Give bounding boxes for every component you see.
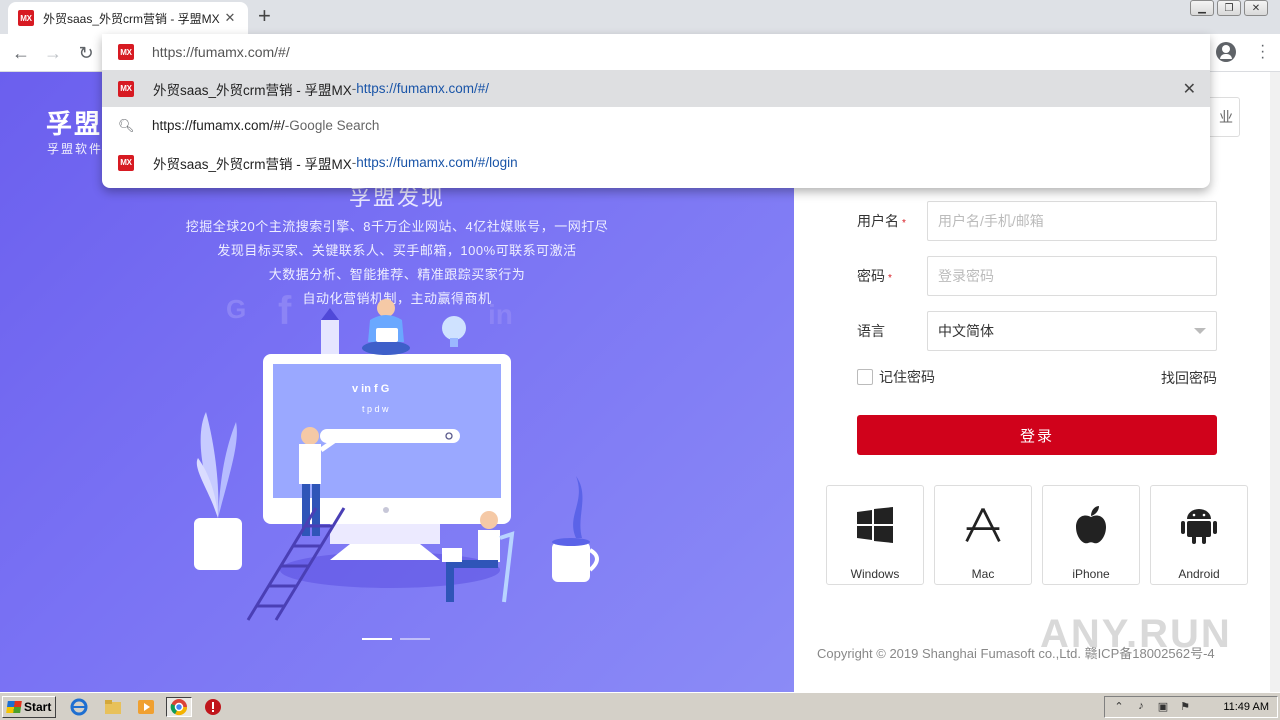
person-figure xyxy=(480,511,498,529)
lightbulb-icon xyxy=(442,316,466,340)
language-select[interactable]: 中文简体 xyxy=(927,311,1217,351)
suggestion-url-suffix: /login xyxy=(485,155,518,170)
site-favicon: MX xyxy=(118,80,134,97)
svg-text:v in f G: v in f G xyxy=(352,383,389,395)
tab-strip: MX 外贸saas_外贸crm营销 - 孚盟MX ✕ + ▁ ❐ ✕ xyxy=(0,0,1280,34)
suggestion-url: https://fumamx.com/# xyxy=(356,155,486,170)
forward-icon[interactable]: → xyxy=(41,41,65,65)
tab-close-icon[interactable]: ✕ xyxy=(222,10,238,26)
volume-icon[interactable]: ♪ xyxy=(1133,700,1149,714)
search-icon: 🔍︎ xyxy=(118,117,135,133)
username-input[interactable]: 用户名/手机/邮箱 xyxy=(927,201,1217,241)
tab-title: 外贸saas_外贸crm营销 - 孚盟MX xyxy=(43,11,220,26)
address-input[interactable]: https://fumamx.com/#/ xyxy=(152,44,290,60)
login-button[interactable]: 登录 xyxy=(857,415,1217,455)
taskbar: Start ⌃ ♪ ▣ ⚑ 11:49 AM xyxy=(0,692,1280,720)
reload-icon[interactable]: ↻ xyxy=(74,41,98,65)
apple-icon xyxy=(1071,504,1111,546)
site-favicon: MX xyxy=(18,10,34,26)
omnibox-dropdown: MX https://fumamx.com/#/ MX 外贸saas_外贸crm… xyxy=(102,34,1210,188)
chrome-icon[interactable] xyxy=(166,697,192,717)
remember-label: 记住密码 xyxy=(879,369,935,385)
carousel-dot[interactable] xyxy=(400,638,430,640)
media-player-icon[interactable] xyxy=(133,697,159,717)
window-controls: ▁ ❐ ✕ xyxy=(1190,0,1268,16)
suggestion-title: https://fumamx.com/#/ xyxy=(152,118,285,133)
suggestion-item[interactable]: 🔍︎ https://fumamx.com/#/ - Google Search xyxy=(102,107,1210,144)
windows-flag-icon xyxy=(6,701,22,713)
plant-illustration xyxy=(194,518,242,570)
password-label-text: 密码 xyxy=(857,268,885,284)
ie-icon[interactable] xyxy=(66,697,92,717)
forgot-password-link[interactable]: 找回密码 xyxy=(1161,368,1217,388)
start-label: Start xyxy=(24,700,52,714)
suggestion-source: Google Search xyxy=(289,118,380,133)
watermark-logo: ANY.RUN xyxy=(1040,612,1232,656)
suggestion-item[interactable]: MX 外贸saas_外贸crm营销 - 孚盟MX - https://fumam… xyxy=(102,144,1210,181)
browser-tab[interactable]: MX 外贸saas_外贸crm营销 - 孚盟MX ✕ xyxy=(8,2,248,34)
carousel-indicators xyxy=(362,638,430,640)
required-mark: * xyxy=(902,218,906,229)
person-figure xyxy=(377,299,395,317)
site-favicon: MX xyxy=(118,154,134,171)
download-label: Mac xyxy=(971,567,995,581)
suggestion-title: 外贸saas_外贸crm营销 - 孚盟MX xyxy=(153,82,352,98)
site-favicon: MX xyxy=(118,44,134,60)
network-icon[interactable]: ▣ xyxy=(1155,700,1171,714)
download-windows[interactable]: Windows xyxy=(826,485,924,585)
menu-icon[interactable]: · · · xyxy=(1260,38,1265,66)
password-label: 密码 * xyxy=(857,266,892,286)
facebook-icon: f xyxy=(278,289,292,333)
password-input[interactable]: 登录密码 xyxy=(927,256,1217,296)
page-scrollbar[interactable] xyxy=(1270,72,1280,692)
download-android[interactable]: Android xyxy=(1150,485,1248,585)
clock[interactable]: 11:49 AM xyxy=(1223,701,1269,713)
download-label: iPhone xyxy=(1072,567,1110,581)
android-icon xyxy=(1179,504,1219,546)
required-mark: * xyxy=(888,273,892,284)
chevron-up-icon[interactable]: ⌃ xyxy=(1111,700,1127,714)
back-icon[interactable]: ← xyxy=(9,41,33,65)
close-window-button[interactable]: ✕ xyxy=(1244,0,1268,16)
system-tray: ⌃ ♪ ▣ ⚑ 11:49 AM xyxy=(1104,696,1278,718)
minimize-button[interactable]: ▁ xyxy=(1190,0,1214,16)
app-store-icon xyxy=(963,504,1003,546)
account-icon[interactable] xyxy=(1216,42,1236,62)
person-figure xyxy=(301,427,319,445)
maximize-button[interactable]: ❐ xyxy=(1217,0,1241,16)
download-iphone[interactable]: iPhone xyxy=(1042,485,1140,585)
cup-illustration xyxy=(552,542,590,582)
svg-text:t p d w: t p d w xyxy=(362,404,389,414)
chevron-down-icon xyxy=(1194,328,1206,334)
windows-icon xyxy=(855,504,895,546)
folder-icon[interactable] xyxy=(100,697,126,717)
remember-password[interactable]: 记住密码 xyxy=(857,367,935,387)
linkedin-icon: in xyxy=(488,299,513,330)
remove-suggestion-icon[interactable]: ✕ xyxy=(1183,79,1196,99)
username-label: 用户名 * xyxy=(857,211,906,231)
address-bar[interactable]: MX https://fumamx.com/#/ xyxy=(102,34,1210,70)
download-mac[interactable]: Mac xyxy=(934,485,1032,585)
suggestion-item[interactable]: MX 外贸saas_外贸crm营销 - 孚盟MX - https://fumam… xyxy=(102,70,1210,107)
flag-icon[interactable]: ⚑ xyxy=(1177,700,1193,714)
remember-checkbox[interactable] xyxy=(857,369,873,385)
start-button[interactable]: Start xyxy=(2,696,56,718)
username-label-text: 用户名 xyxy=(857,213,899,229)
new-tab-button[interactable]: + xyxy=(258,5,271,27)
download-label: Windows xyxy=(850,567,900,581)
suggestion-url: https://fumamx.com/#/ xyxy=(356,81,490,96)
suggestion-title: 外贸saas_外贸crm营销 - 孚盟MX xyxy=(153,156,352,172)
download-label: Android xyxy=(1178,567,1220,581)
language-value: 中文简体 xyxy=(938,323,994,339)
stop-icon[interactable] xyxy=(200,697,226,717)
google-icon: G xyxy=(226,294,246,324)
language-label: 语言 xyxy=(857,323,885,339)
carousel-dot[interactable] xyxy=(362,638,392,640)
